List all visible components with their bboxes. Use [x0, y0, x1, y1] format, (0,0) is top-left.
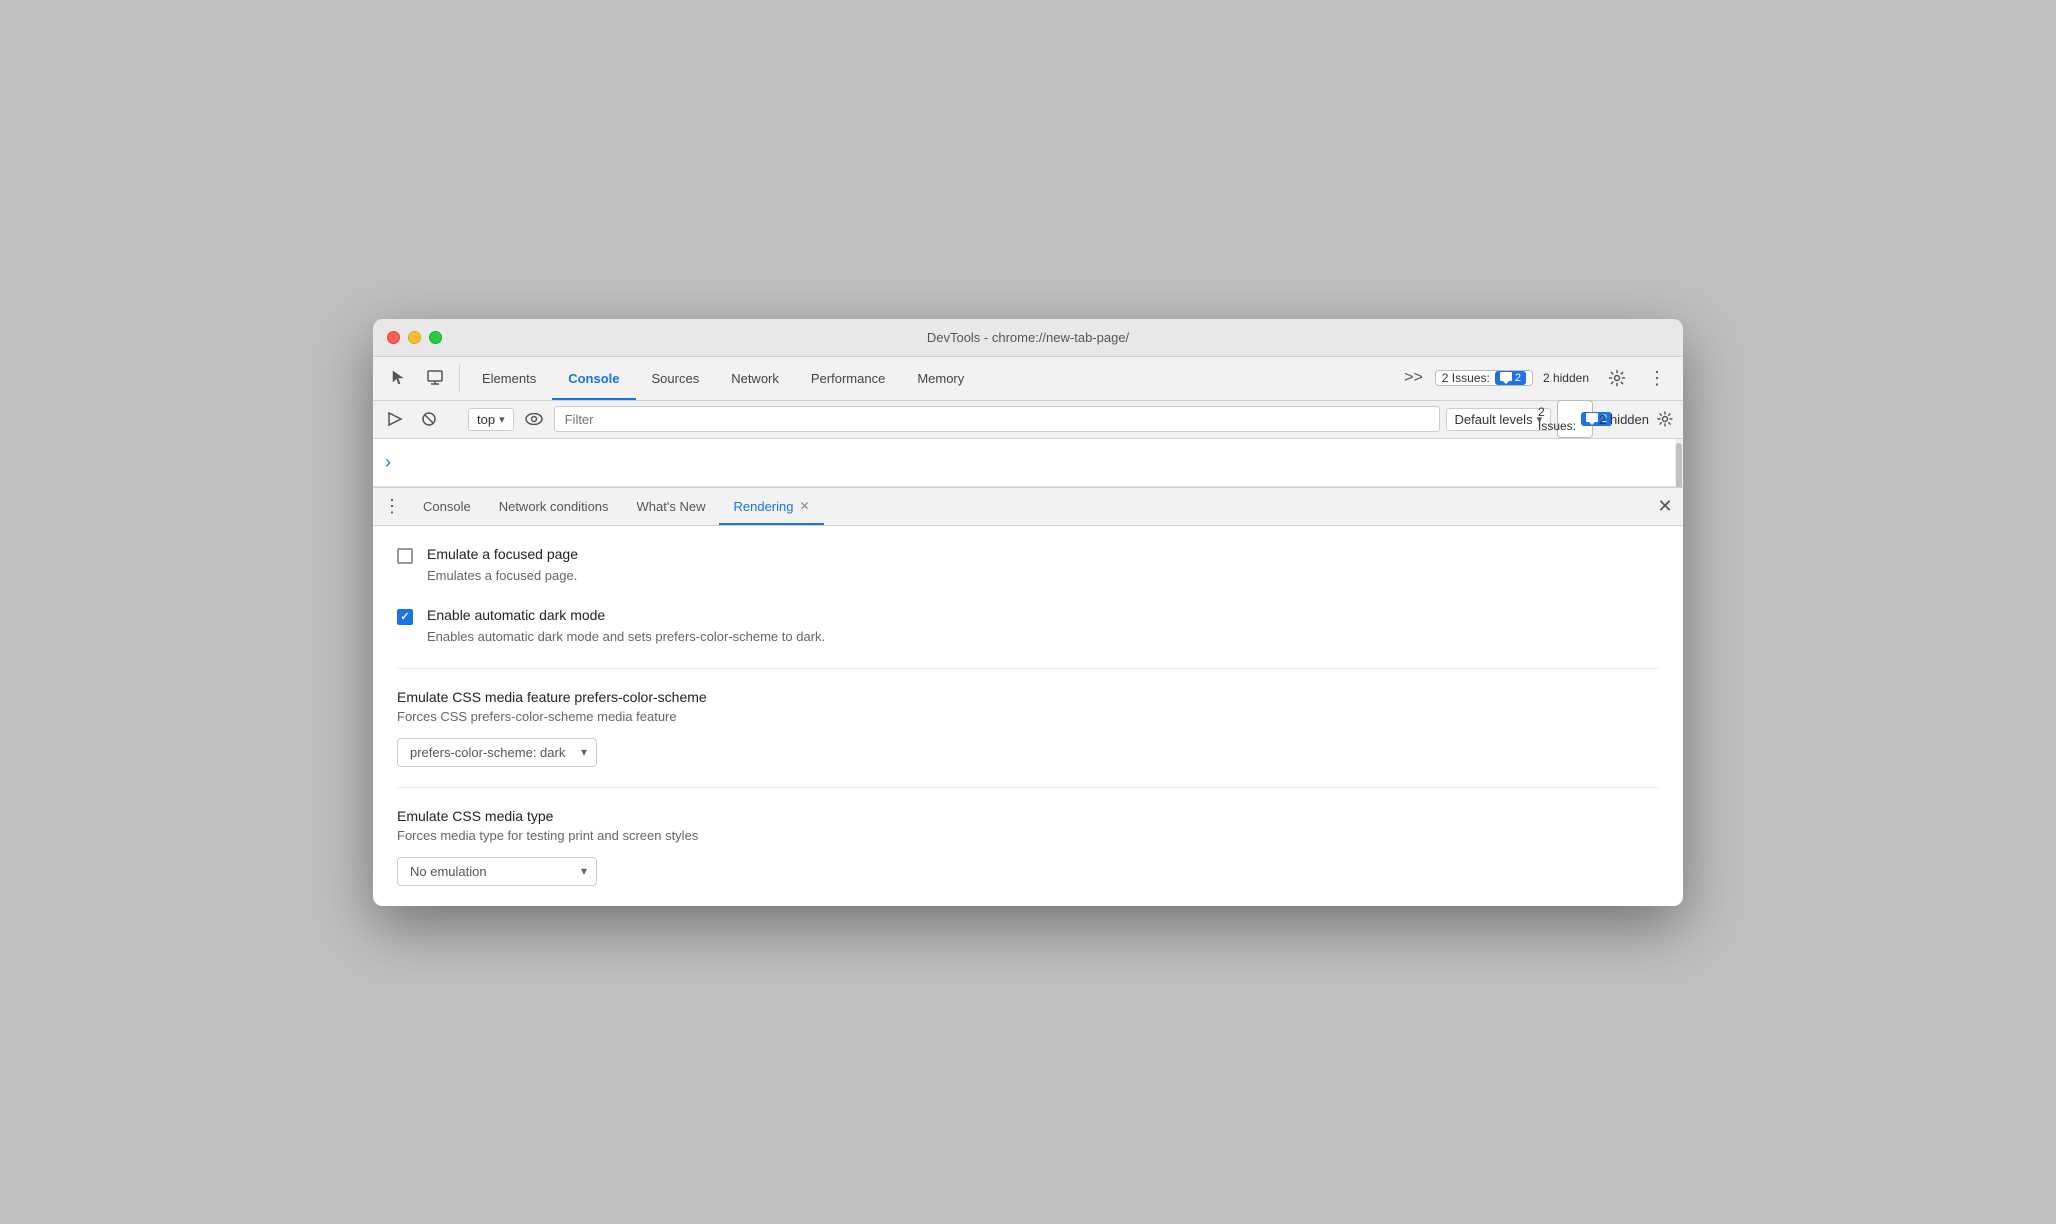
- toolbar-divider-1: [459, 365, 460, 392]
- section-title-prefers-color: Emulate CSS media feature prefers-color-…: [397, 689, 1659, 705]
- section-desc-prefers-color: Forces CSS prefers-color-scheme media fe…: [397, 709, 1659, 724]
- close-rendering-tab-icon[interactable]: ✕: [799, 499, 809, 513]
- drawer-menu-icon[interactable]: ⋮: [377, 490, 409, 522]
- more-tabs-button[interactable]: >>: [1396, 369, 1431, 387]
- prompt-arrow-icon: ›: [385, 452, 391, 473]
- console-toolbar: top ▾ Default levels ▾ 2 Issues: 2 2 hid…: [373, 401, 1683, 439]
- render-item-emulate-focused: Emulate a focused page Emulates a focuse…: [397, 546, 1659, 583]
- tab-network[interactable]: Network: [715, 357, 795, 400]
- issues-count-btn[interactable]: 2 Issues: 2: [1557, 400, 1593, 438]
- render-item-auto-dark: Enable automatic dark mode Enables autom…: [397, 607, 1659, 644]
- drawer-tab-rendering[interactable]: Rendering ✕: [719, 488, 823, 525]
- tab-performance[interactable]: Performance: [795, 357, 901, 400]
- rendering-panel: Emulate a focused page Emulates a focuse…: [373, 526, 1683, 906]
- gear-icon[interactable]: [1655, 409, 1675, 429]
- tab-memory[interactable]: Memory: [901, 357, 980, 400]
- section-title-media-type: Emulate CSS media type: [397, 808, 1659, 824]
- prefers-color-select-wrap: No emulation prefers-color-scheme: light…: [397, 738, 597, 767]
- drawer-tabs: ⋮ Console Network conditions What's New …: [373, 488, 1683, 526]
- drawer: ⋮ Console Network conditions What's New …: [373, 487, 1683, 906]
- top-context-selector[interactable]: top ▾: [468, 408, 514, 431]
- close-button[interactable]: [387, 331, 400, 344]
- render-section-prefers-color: Emulate CSS media feature prefers-color-…: [397, 668, 1659, 767]
- render-label-auto-dark: Enable automatic dark mode: [427, 607, 605, 623]
- titlebar: DevTools - chrome://new-tab-page/: [373, 319, 1683, 357]
- main-toolbar: Elements Console Sources Network Perform…: [373, 357, 1683, 401]
- run-icon-btn[interactable]: [381, 405, 409, 433]
- toolbar-tabs: Elements Console Sources Network Perform…: [466, 357, 1396, 400]
- default-levels-selector[interactable]: Default levels ▾: [1446, 408, 1552, 431]
- inspect-icon-btn[interactable]: [417, 357, 453, 400]
- settings-icon-btn[interactable]: [1599, 369, 1635, 387]
- chevron-down-icon: ▾: [499, 413, 505, 426]
- checkbox-auto-dark[interactable]: [397, 609, 413, 625]
- drawer-close-button[interactable]: ✕: [1651, 492, 1679, 520]
- block-icon-btn[interactable]: [415, 405, 443, 433]
- render-section-media-type: Emulate CSS media type Forces media type…: [397, 787, 1659, 886]
- media-type-select-wrap: No emulation print screen: [397, 857, 597, 886]
- drawer-tab-whats-new[interactable]: What's New: [623, 488, 720, 525]
- checkbox-auto-dark-box[interactable]: [397, 609, 413, 625]
- media-type-select[interactable]: No emulation print screen: [397, 857, 597, 886]
- scrollbar-thumb: [1676, 443, 1682, 487]
- checkbox-emulate-focused-box[interactable]: [397, 548, 413, 564]
- tab-sources[interactable]: Sources: [636, 357, 716, 400]
- hidden-count: 2 hidden: [1537, 371, 1595, 385]
- checkbox-emulate-focused[interactable]: [397, 548, 413, 564]
- window-title: DevTools - chrome://new-tab-page/: [927, 330, 1129, 345]
- toolbar-right: >> 2 Issues: 2 2 hidden ⋮: [1396, 357, 1675, 400]
- window-body: ›: [373, 439, 1683, 487]
- devtools-window: DevTools - chrome://new-tab-page/ Elemen…: [373, 319, 1683, 906]
- cursor-icon-btn[interactable]: [381, 357, 417, 400]
- drawer-tab-console[interactable]: Console: [409, 488, 485, 525]
- minimize-button[interactable]: [408, 331, 421, 344]
- render-desc-emulate-focused: Emulates a focused page.: [427, 568, 1659, 583]
- issues-badge: 2: [1495, 371, 1526, 385]
- traffic-lights: [387, 331, 442, 344]
- console-area[interactable]: ›: [373, 439, 1683, 487]
- maximize-button[interactable]: [429, 331, 442, 344]
- eye-icon-btn[interactable]: [520, 405, 548, 433]
- tab-elements[interactable]: Elements: [466, 357, 552, 400]
- section-desc-media-type: Forces media type for testing print and …: [397, 828, 1659, 843]
- render-label-emulate-focused: Emulate a focused page: [427, 546, 578, 562]
- render-desc-auto-dark: Enables automatic dark mode and sets pre…: [427, 629, 1659, 644]
- main-scrollbar[interactable]: [1675, 439, 1683, 487]
- hidden-count-2: 2 hidden: [1599, 412, 1649, 427]
- menu-icon-btn[interactable]: ⋮: [1639, 368, 1675, 389]
- tab-console[interactable]: Console: [552, 357, 635, 400]
- prefers-color-scheme-select[interactable]: No emulation prefers-color-scheme: light…: [397, 738, 597, 767]
- filter-input[interactable]: [554, 406, 1440, 432]
- drawer-tab-network-conditions[interactable]: Network conditions: [485, 488, 623, 525]
- issues-button[interactable]: 2 Issues: 2: [1435, 370, 1533, 386]
